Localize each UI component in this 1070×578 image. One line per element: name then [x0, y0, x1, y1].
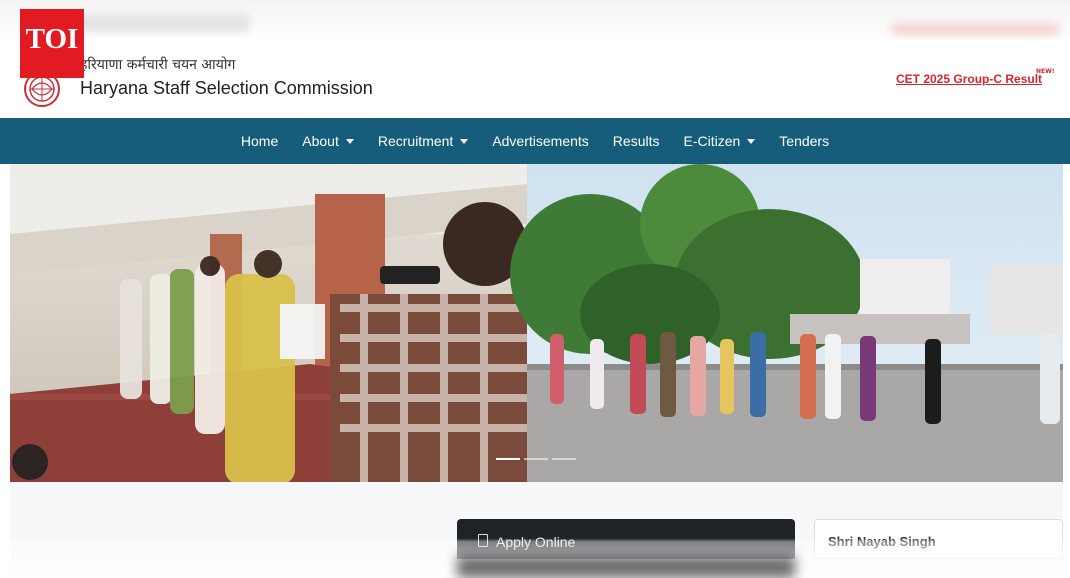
nav-results[interactable]: Results [613, 133, 660, 149]
nav-tenders-label: Tenders [779, 133, 830, 149]
blurred-panel [457, 556, 795, 578]
slider-indicator[interactable] [552, 458, 576, 460]
nav-about-label: About [302, 133, 339, 149]
slider-indicator[interactable] [524, 458, 548, 460]
blurred-text [890, 24, 1060, 34]
nav-about[interactable]: About [302, 133, 354, 149]
org-name[interactable]: Haryana Staff Selection Commission [80, 78, 373, 99]
caret-down-icon [345, 138, 354, 144]
nav-e-citizen-label: E-Citizen [683, 133, 741, 149]
slider-indicators [496, 458, 576, 460]
nav-recruitment-label: Recruitment [377, 133, 454, 149]
caret-down-icon [747, 138, 756, 144]
top-blurred-strip [0, 0, 1070, 40]
nav-recruitment[interactable]: Recruitment [377, 133, 469, 149]
hero-slider[interactable] [10, 164, 1063, 482]
nav-advertisements[interactable]: Advertisements [492, 133, 588, 149]
nav-e-citizen[interactable]: E-Citizen [683, 133, 756, 149]
blurred-text [70, 14, 250, 32]
nav-advertisements-label: Advertisements [492, 133, 589, 149]
toi-logo-badge: TOI [20, 9, 84, 78]
slider-indicator[interactable] [496, 458, 520, 460]
caret-down-icon [460, 138, 469, 144]
nav-results-label: Results [612, 133, 660, 149]
nav-home[interactable]: Home [241, 133, 278, 149]
cet-result-link[interactable]: CET 2025 Group-C Result [896, 72, 1042, 86]
site-header: हरियाणा कर्मचारी चयन आयोग Haryana Staff … [0, 40, 1070, 118]
main-navbar: Home About Recruitment Advertisements Re… [0, 118, 1070, 164]
new-badge: NEW! [1036, 68, 1055, 75]
nav-tenders[interactable]: Tenders [779, 133, 829, 149]
nav-home-label: Home [240, 133, 279, 149]
hero-slide-image [10, 164, 1063, 482]
org-name-hindi: हरियाणा कर्मचारी चयन आयोग [80, 57, 236, 73]
